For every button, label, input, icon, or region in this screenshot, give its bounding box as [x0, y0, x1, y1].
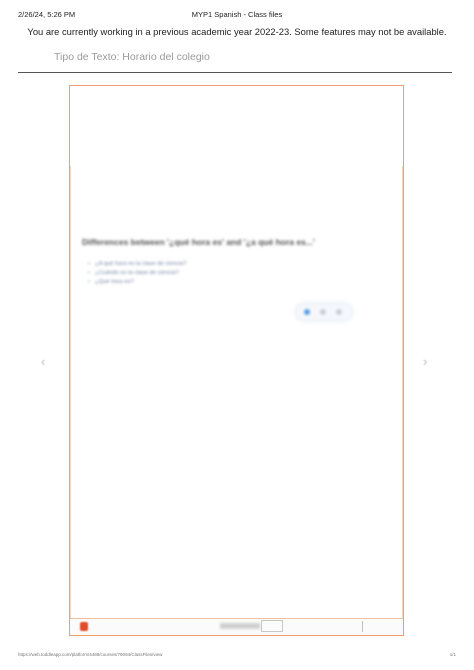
question-list: ¿A qué hora es la clase de ciencia? ¿Cuá… — [88, 260, 187, 287]
toolbar-label — [220, 623, 260, 629]
header-divider — [18, 72, 452, 73]
print-header: 2/26/24, 5:26 PM MYP1 Spanish - Class fi… — [0, 10, 474, 22]
pager-dot[interactable] — [320, 309, 326, 315]
academic-year-notice: You are currently working in a previous … — [27, 26, 447, 37]
next-arrow-icon[interactable]: › — [423, 354, 427, 369]
toolbar-divider — [362, 621, 363, 632]
document-header-area — [70, 86, 403, 166]
document-viewer: Differences between '¿qué hora es' and '… — [69, 85, 404, 636]
document-page — [70, 166, 403, 619]
page-title: Tipo de Texto: Horario del colegio — [54, 51, 210, 63]
previous-arrow-icon[interactable]: ‹ — [41, 354, 45, 369]
list-item: ¿A qué hora es la clase de ciencia? — [88, 260, 187, 269]
print-title: MYP1 Spanish - Class files — [191, 10, 283, 19]
page-number-field[interactable] — [261, 620, 283, 632]
pager-dot-active[interactable] — [304, 309, 310, 315]
footer-url: https://web.toddleapp.com/platform/4488/… — [18, 652, 163, 657]
list-item: ¿Cuándo es la clase de ciencia? — [88, 269, 187, 278]
document-heading: Differences between '¿qué hora es' and '… — [82, 237, 315, 247]
pdf-file-icon — [80, 622, 88, 631]
document-toolbar — [70, 618, 403, 635]
pager-dot[interactable] — [336, 309, 342, 315]
list-item: ¿Qué hora es? — [88, 278, 187, 287]
slide-pager[interactable] — [296, 304, 352, 320]
footer-page-number: 1/1 — [449, 652, 456, 657]
